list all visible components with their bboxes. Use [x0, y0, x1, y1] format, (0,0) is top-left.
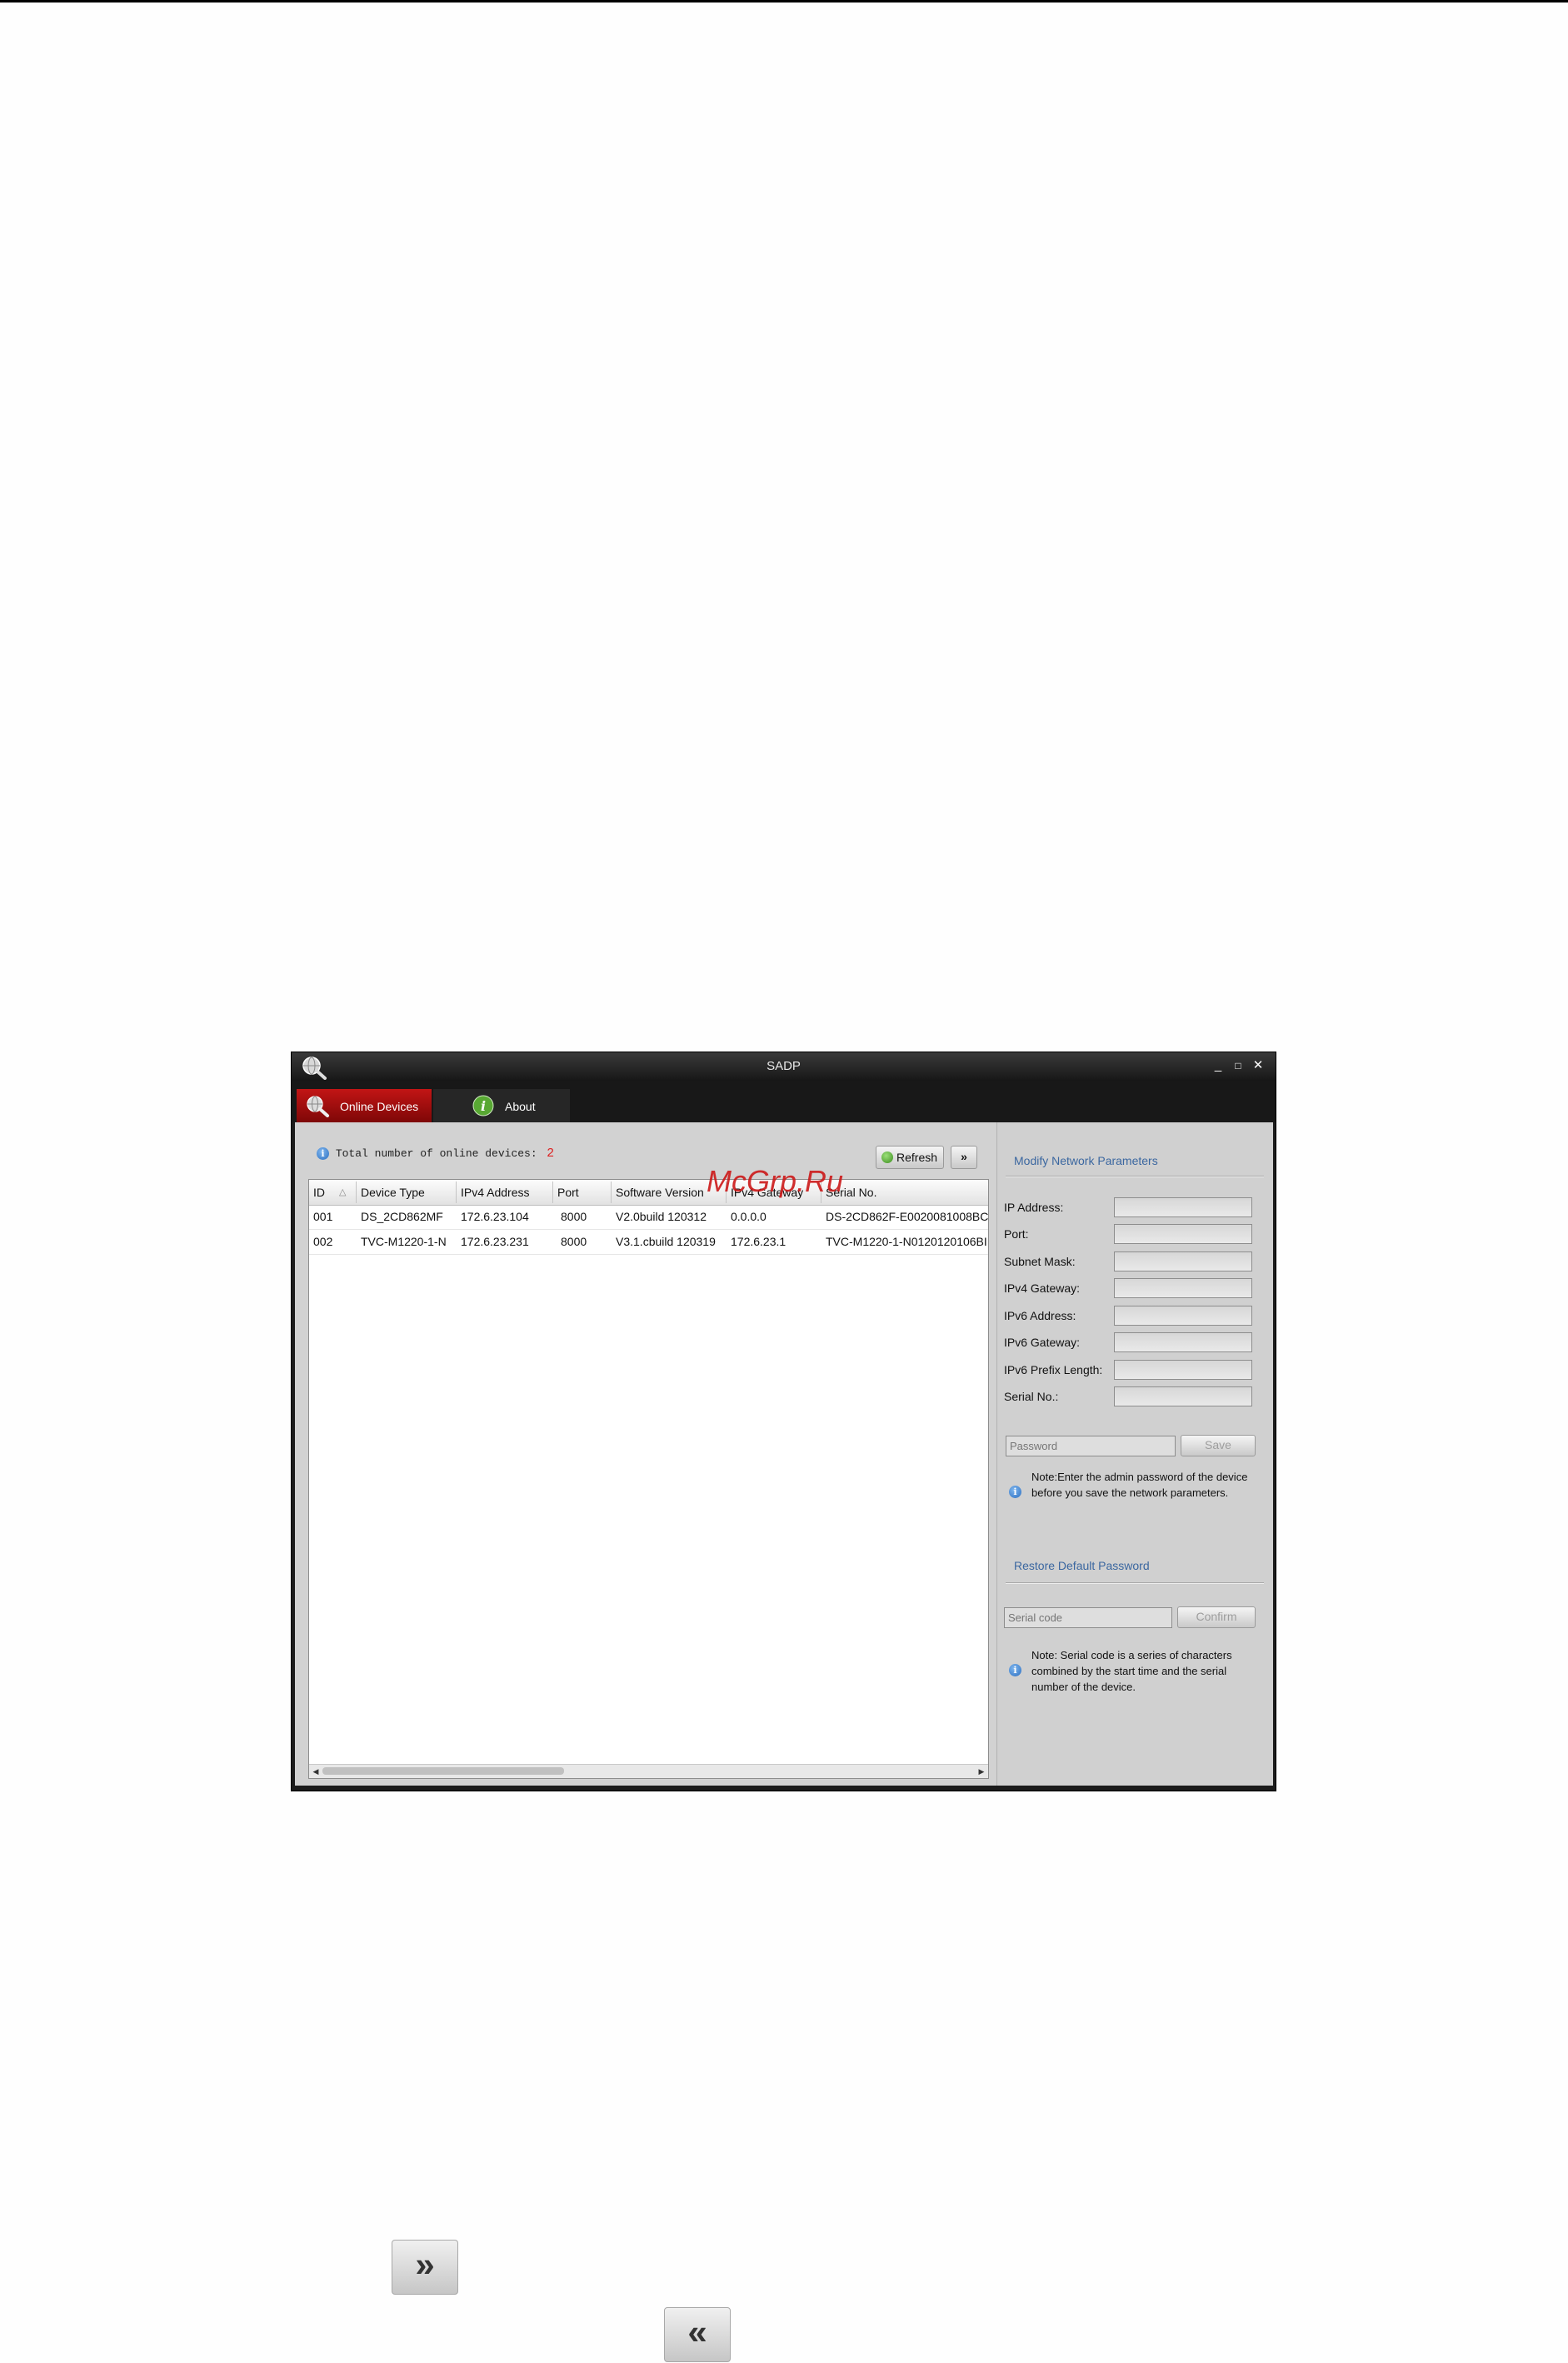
password-note-text: Note:Enter the admin password of the dev… — [1031, 1471, 1248, 1499]
cell-device-type: DS_2CD862MF — [361, 1210, 443, 1223]
device-count-value: 2 — [547, 1146, 554, 1160]
close-icon[interactable]: ✕ — [1251, 1059, 1265, 1072]
cell-port: 8000 — [561, 1210, 587, 1223]
subnet-mask-label: Subnet Mask: — [1004, 1255, 1076, 1268]
scroll-right-icon[interactable]: ▶ — [976, 1766, 987, 1777]
ipv6-gateway-label: IPv6 Gateway: — [1004, 1336, 1081, 1349]
info-icon: i — [1009, 1486, 1021, 1498]
column-header-id[interactable]: ID — [313, 1186, 325, 1199]
info-icon: i — [1009, 1664, 1021, 1676]
password-input[interactable] — [1006, 1436, 1176, 1456]
device-table: ID △ Device Type IPv4 Address Port Softw… — [308, 1179, 989, 1779]
cell-ipv4-gateway: 172.6.23.1 — [731, 1235, 786, 1248]
serial-no-label: Serial No.: — [1004, 1390, 1059, 1403]
expand-panel-button[interactable]: » — [951, 1146, 977, 1169]
cell-device-type: TVC-M1220-1-N — [361, 1235, 447, 1248]
sadp-window: SADP _ □ ✕ Online Devices i About i Tota… — [291, 1052, 1276, 1791]
cell-software-version: V3.1.cbuild 120319 — [616, 1235, 716, 1248]
tab-online-devices[interactable]: Online Devices — [297, 1089, 432, 1122]
port-field[interactable] — [1114, 1224, 1252, 1244]
sort-triangle-icon: △ — [339, 1187, 347, 1197]
tab-bar: Online Devices i About — [292, 1081, 1276, 1122]
column-divider[interactable] — [456, 1182, 457, 1203]
serial-no-field[interactable] — [1114, 1386, 1252, 1406]
serial-code-note: i Note: Serial code is a series of chara… — [1009, 1647, 1259, 1697]
column-header-device-type[interactable]: Device Type — [361, 1186, 425, 1199]
ipv4-gateway-field[interactable] — [1114, 1278, 1252, 1298]
page-top-rule — [0, 0, 1568, 2]
cell-ipv4-address: 172.6.23.104 — [461, 1210, 529, 1223]
cell-id: 002 — [313, 1235, 333, 1248]
section-divider — [1006, 1176, 1264, 1177]
restore-default-password-title: Restore Default Password — [1014, 1559, 1150, 1572]
ip-address-field[interactable] — [1114, 1197, 1252, 1217]
table-row[interactable]: 001 DS_2CD862MF 172.6.23.104 8000 V2.0bu… — [309, 1205, 988, 1230]
table-header: ID △ Device Type IPv4 Address Port Softw… — [309, 1180, 988, 1206]
ipv6-gateway-field[interactable] — [1114, 1332, 1252, 1352]
scrollbar-thumb[interactable] — [322, 1767, 564, 1775]
maximize-icon[interactable]: □ — [1231, 1059, 1245, 1072]
subnet-mask-field[interactable] — [1114, 1251, 1252, 1271]
window-title: SADP — [767, 1059, 801, 1073]
watermark-text: McGrp.Ru — [707, 1164, 844, 1198]
refresh-icon — [881, 1152, 893, 1163]
title-bar[interactable]: SADP _ □ ✕ — [292, 1052, 1276, 1081]
save-button[interactable]: Save — [1181, 1435, 1256, 1456]
modify-parameters-panel: Modify Network Parameters IP Address: Po… — [996, 1122, 1273, 1786]
window-body: i Total number of online devices: 2 Refr… — [295, 1122, 1273, 1786]
column-header-port[interactable]: Port — [557, 1186, 579, 1199]
cell-serial-no: DS-2CD862F-E0020081008BC — [826, 1210, 988, 1223]
column-divider[interactable] — [552, 1182, 553, 1203]
expand-panel-button-illustration[interactable]: » — [392, 2240, 458, 2295]
cell-serial-no: TVC-M1220-1-N0120120106BI — [826, 1235, 987, 1248]
info-icon: i — [317, 1147, 329, 1161]
svg-text:i: i — [481, 1098, 486, 1114]
ipv6-address-label: IPv6 Address: — [1004, 1309, 1076, 1322]
ipv6-prefix-length-label: IPv6 Prefix Length: — [1004, 1363, 1103, 1376]
tab-about-label: About — [505, 1100, 536, 1113]
serial-code-input[interactable] — [1004, 1607, 1172, 1628]
ipv6-address-field[interactable] — [1114, 1306, 1252, 1326]
collapse-panel-button-illustration[interactable]: « — [664, 2307, 731, 2362]
column-header-software-version[interactable]: Software Version — [616, 1186, 704, 1199]
device-count-label: Total number of online devices: — [335, 1147, 537, 1160]
cell-software-version: V2.0build 120312 — [616, 1210, 707, 1223]
cell-ipv4-gateway: 0.0.0.0 — [731, 1210, 767, 1223]
ip-address-label: IP Address: — [1004, 1201, 1064, 1214]
column-divider[interactable] — [611, 1182, 612, 1203]
ipv4-gateway-label: IPv4 Gateway: — [1004, 1281, 1081, 1295]
minimize-icon[interactable]: _ — [1211, 1059, 1225, 1072]
search-globe-icon — [307, 1096, 329, 1117]
device-count-row: i Total number of online devices: 2 — [317, 1146, 554, 1161]
section-divider — [1006, 1582, 1264, 1583]
horizontal-scrollbar[interactable]: ◀ ▶ — [309, 1764, 988, 1778]
info-green-icon: i — [472, 1095, 494, 1117]
scroll-left-icon[interactable]: ◀ — [310, 1766, 322, 1777]
cell-port: 8000 — [561, 1235, 587, 1248]
cell-ipv4-address: 172.6.23.231 — [461, 1235, 529, 1248]
password-note: i Note:Enter the admin password of the d… — [1009, 1469, 1259, 1519]
refresh-button[interactable]: Refresh — [876, 1146, 944, 1169]
tab-about[interactable]: i About — [433, 1089, 570, 1122]
port-label: Port: — [1004, 1227, 1029, 1241]
refresh-label: Refresh — [896, 1151, 938, 1164]
cell-id: 001 — [313, 1210, 333, 1223]
serial-code-note-text: Note: Serial code is a series of charact… — [1031, 1649, 1232, 1693]
modify-network-parameters-title: Modify Network Parameters — [1014, 1154, 1158, 1167]
confirm-button[interactable]: Confirm — [1177, 1606, 1256, 1628]
ipv6-prefix-length-field[interactable] — [1114, 1360, 1252, 1380]
tab-online-devices-label: Online Devices — [340, 1100, 419, 1113]
column-divider[interactable] — [356, 1182, 357, 1203]
column-header-ipv4-address[interactable]: IPv4 Address — [461, 1186, 530, 1199]
table-row[interactable]: 002 TVC-M1220-1-N 172.6.23.231 8000 V3.1… — [309, 1230, 988, 1255]
